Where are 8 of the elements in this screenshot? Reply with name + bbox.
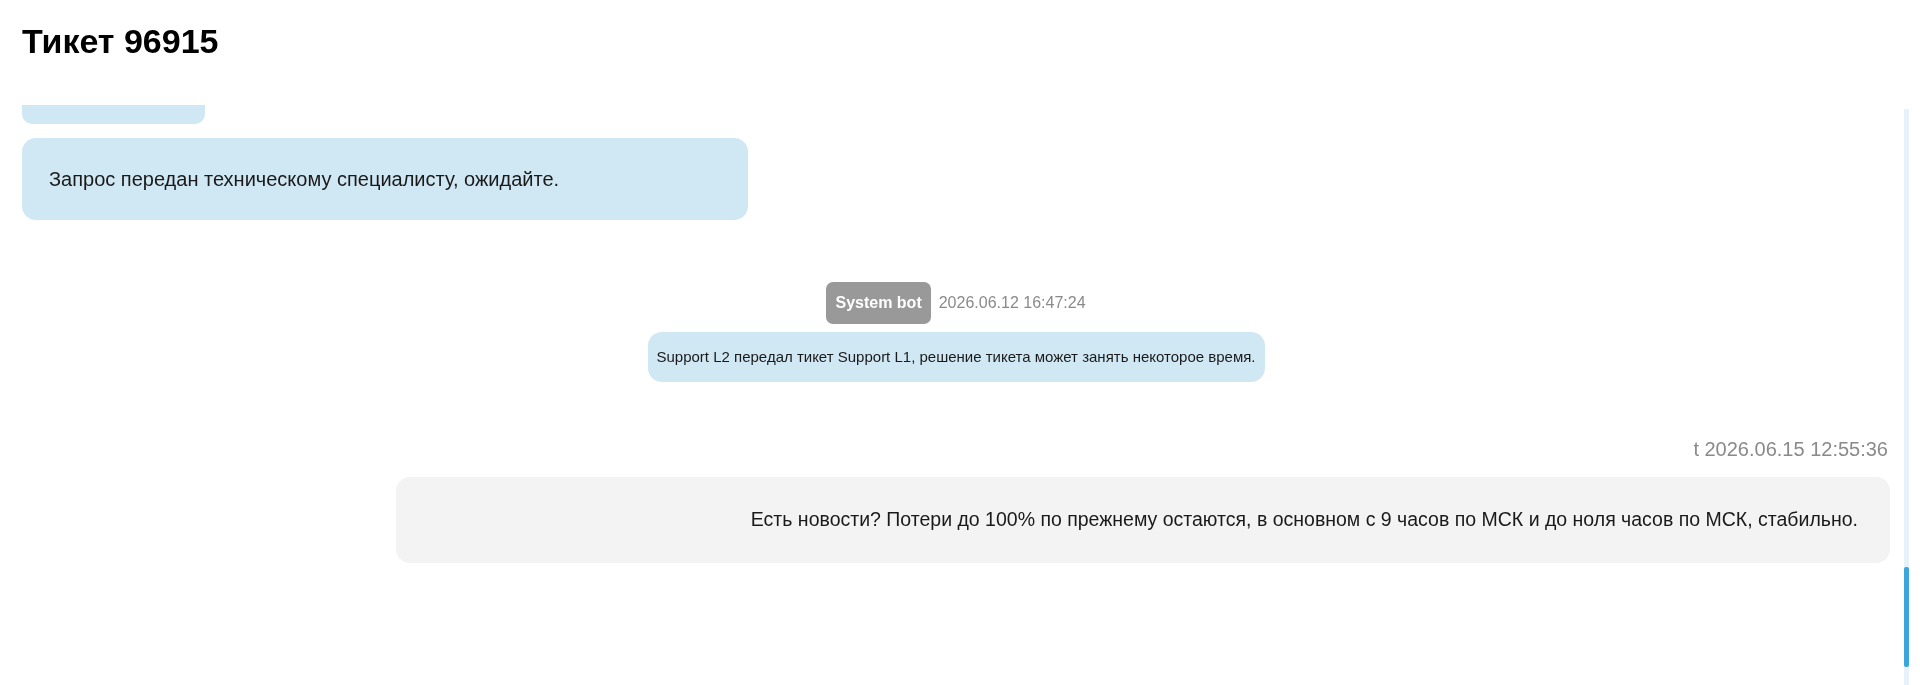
message-bubble: Есть новости? Потери до 100% по прежнему остаются, в основном с 9 часов по МСК и до ноля часов по МСК, стабильно. — [396, 477, 1890, 563]
message-bubble: Support L2 передал тикет Support L1, решение тикета может занять некоторое время. — [647, 332, 1265, 382]
message-meta: t 2026.06.15 12:55:36 — [1693, 437, 1888, 461]
author-label: System bot — [826, 282, 931, 324]
message-bubble: Запрос передан техническому специалисту, ожидайте. — [22, 138, 748, 220]
scrollbar[interactable] — [1904, 109, 1909, 685]
page-title: Тикет 96915 — [22, 21, 219, 61]
message-time: 2026.06.12 16:47:24 — [938, 293, 1086, 313]
